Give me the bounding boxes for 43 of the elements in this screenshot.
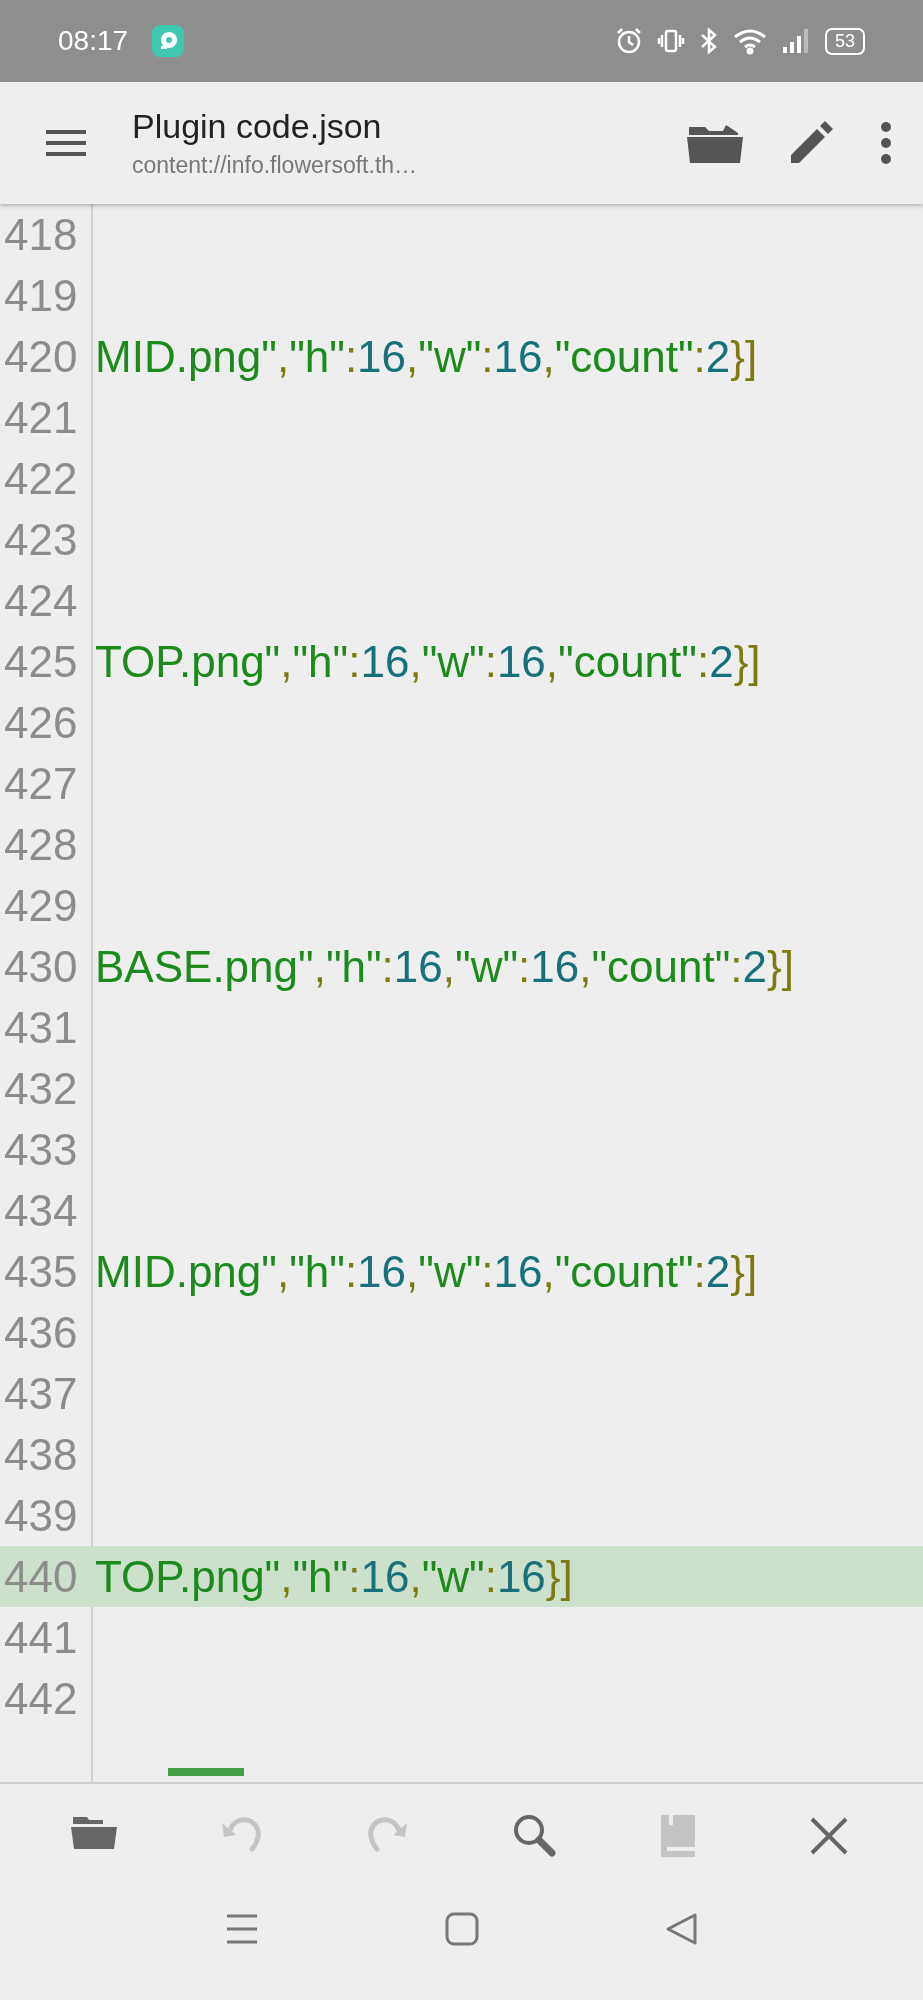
line-number: 424	[3, 575, 79, 626]
line-number: 434	[3, 1185, 79, 1236]
line-number: 418	[3, 209, 79, 260]
line-number: 433	[3, 1124, 79, 1175]
wifi-icon	[732, 27, 767, 55]
line-number: 421	[3, 392, 79, 443]
line-number: 432	[3, 1063, 79, 1114]
line-number: 430	[3, 941, 79, 992]
home-icon[interactable]	[444, 1912, 479, 1946]
line-number: 419	[3, 270, 79, 321]
code-text: TOP.png","h":16,"w":16}]	[95, 1551, 573, 1602]
line-number: 438	[3, 1429, 79, 1480]
line-number: 429	[3, 880, 79, 931]
code-text: TOP.png","h":16,"w":16,"count":2}]	[95, 636, 761, 687]
line-number: 439	[3, 1490, 79, 1541]
code-text: BASE.png","h":16,"w":16,"count":2}]	[95, 941, 794, 992]
line-number: 441	[3, 1612, 79, 1663]
line-number: 442	[3, 1673, 79, 1724]
more-icon[interactable]	[879, 121, 893, 165]
status-time: 08:17	[58, 25, 129, 57]
line-number: 436	[3, 1307, 79, 1358]
line-number: 440	[3, 1551, 79, 1602]
back-icon[interactable]	[664, 1912, 699, 1946]
line-number: 435	[3, 1246, 79, 1297]
recents-icon[interactable]	[224, 1913, 259, 1945]
signal-icon	[780, 27, 811, 55]
battery-indicator: 53	[824, 27, 865, 55]
line-number: 431	[3, 1002, 79, 1053]
line-number: 422	[3, 453, 79, 504]
line-number: 420	[3, 331, 79, 382]
line-number: 427	[3, 758, 79, 809]
file-title: Plugin code.json	[132, 107, 383, 146]
line-number: 423	[3, 514, 79, 565]
file-path: content://info.flowersoft.th…	[132, 152, 419, 179]
app-notification-icon	[152, 25, 185, 57]
code-text: MID.png","h":16,"w":16,"count":2}]	[95, 331, 758, 382]
vibrate-icon	[656, 27, 685, 55]
line-number: 437	[3, 1368, 79, 1419]
menu-icon[interactable]	[46, 128, 86, 158]
line-number: 426	[3, 697, 79, 748]
line-number: 428	[3, 819, 79, 870]
line-number: 425	[3, 636, 79, 687]
code-text: MID.png","h":16,"w":16,"count":2}]	[95, 1246, 758, 1297]
